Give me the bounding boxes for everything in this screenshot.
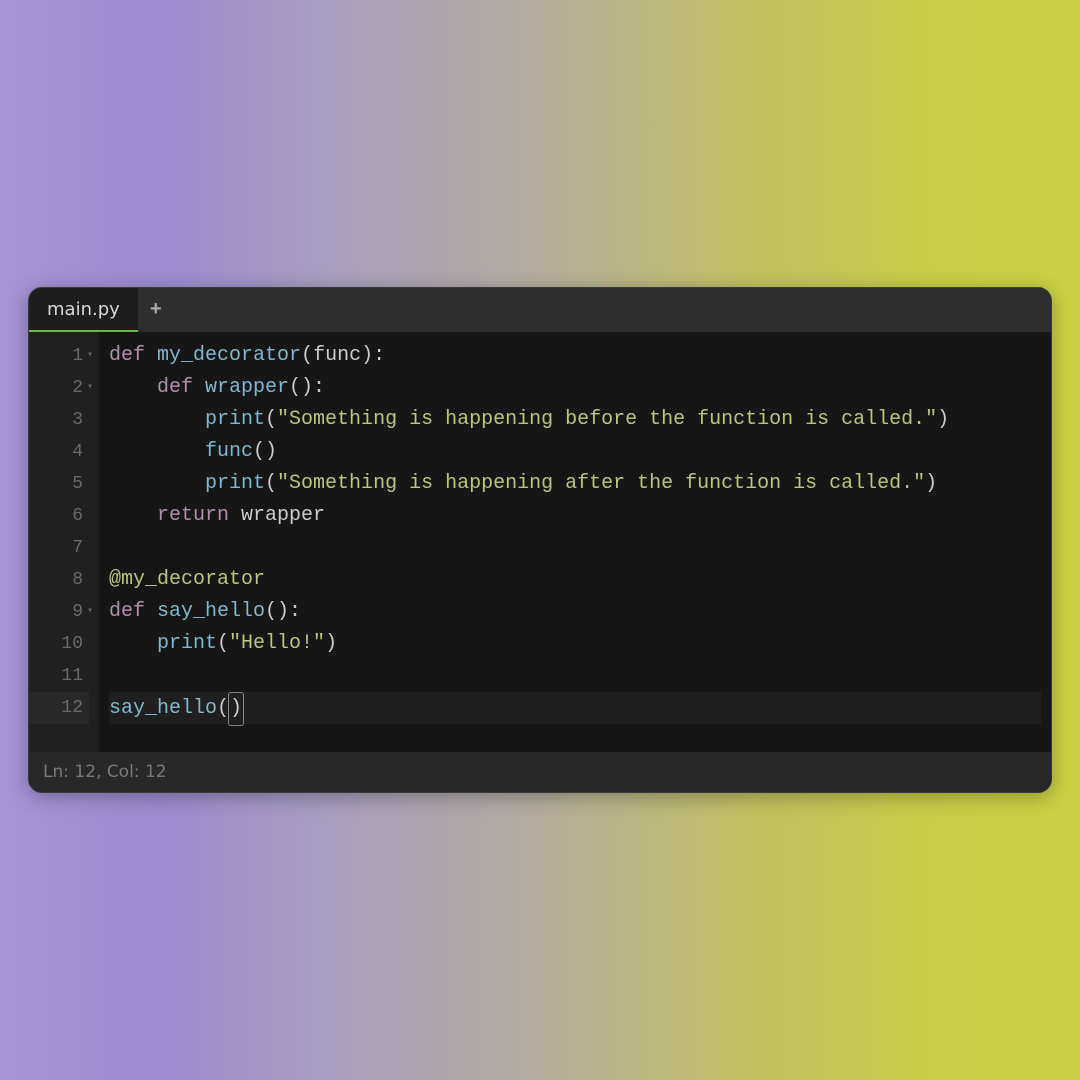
- tab-label: main.py: [47, 299, 120, 320]
- code-line[interactable]: return wrapper: [109, 500, 1041, 532]
- token: ): [937, 408, 949, 431]
- token: wrapper: [205, 376, 289, 399]
- token: [109, 376, 157, 399]
- token: ():: [265, 600, 301, 623]
- gutter-line[interactable]: 10: [29, 628, 89, 660]
- gutter-line[interactable]: 8: [29, 564, 89, 596]
- tab-main-py[interactable]: main.py: [29, 288, 138, 332]
- gutter-line[interactable]: 7: [29, 532, 89, 564]
- token: print: [157, 632, 217, 655]
- token: (): [253, 440, 277, 463]
- token: my_decorator: [157, 344, 301, 367]
- token: ): [228, 692, 244, 726]
- token: ):: [361, 344, 385, 367]
- code-area[interactable]: def my_decorator(func): def wrapper(): p…: [99, 332, 1051, 752]
- status-bar: Ln: 12, Col: 12: [29, 752, 1051, 792]
- token: ): [925, 472, 937, 495]
- token: say_hello: [109, 697, 217, 720]
- code-line[interactable]: @my_decorator: [109, 564, 1041, 596]
- new-tab-button[interactable]: +: [138, 288, 174, 332]
- gutter-line[interactable]: 5: [29, 468, 89, 500]
- token: [109, 632, 157, 655]
- token: return: [157, 504, 241, 527]
- gutter: 123456789101112: [29, 332, 99, 752]
- code-line[interactable]: func(): [109, 436, 1041, 468]
- token: wrapper: [241, 504, 325, 527]
- code-line[interactable]: say_hello(): [109, 692, 1041, 724]
- code-line[interactable]: def my_decorator(func):: [109, 340, 1041, 372]
- status-line-col[interactable]: Ln: 12, Col: 12: [43, 762, 167, 782]
- code-line[interactable]: print("Hello!"): [109, 628, 1041, 660]
- gutter-line[interactable]: 12: [29, 692, 89, 724]
- gutter-line[interactable]: 2: [29, 372, 89, 404]
- editor-body: 123456789101112 def my_decorator(func): …: [29, 332, 1051, 752]
- gutter-line[interactable]: 6: [29, 500, 89, 532]
- code-line[interactable]: [109, 532, 1041, 564]
- token: func: [205, 440, 253, 463]
- gutter-line[interactable]: 3: [29, 404, 89, 436]
- plus-icon: +: [150, 299, 162, 322]
- token: (: [301, 344, 313, 367]
- token: "Hello!": [229, 632, 325, 655]
- token: @my_decorator: [109, 568, 265, 591]
- code-line[interactable]: print("Something is happening before the…: [109, 404, 1041, 436]
- token: [109, 504, 157, 527]
- token: "Something is happening before the funct…: [277, 408, 937, 431]
- token: (: [217, 632, 229, 655]
- editor-window: main.py + 123456789101112 def my_decorat…: [28, 287, 1052, 793]
- token: ): [325, 632, 337, 655]
- token: print: [205, 408, 265, 431]
- token: ():: [289, 376, 325, 399]
- code-line[interactable]: def wrapper():: [109, 372, 1041, 404]
- code-line[interactable]: def say_hello():: [109, 596, 1041, 628]
- token: print: [205, 472, 265, 495]
- token: def: [109, 344, 157, 367]
- code-line[interactable]: [109, 660, 1041, 692]
- token: [109, 408, 205, 431]
- token: def: [157, 376, 205, 399]
- token: [109, 440, 205, 463]
- gutter-line[interactable]: 11: [29, 660, 89, 692]
- token: "Something is happening after the functi…: [277, 472, 925, 495]
- token: func: [313, 344, 361, 367]
- token: def: [109, 600, 157, 623]
- gutter-line[interactable]: 1: [29, 340, 89, 372]
- code-line[interactable]: print("Something is happening after the …: [109, 468, 1041, 500]
- tab-bar: main.py +: [29, 288, 1051, 332]
- gutter-line[interactable]: 4: [29, 436, 89, 468]
- token: (: [265, 472, 277, 495]
- gutter-line[interactable]: 9: [29, 596, 89, 628]
- token: [109, 472, 205, 495]
- token: (: [265, 408, 277, 431]
- token: say_hello: [157, 600, 265, 623]
